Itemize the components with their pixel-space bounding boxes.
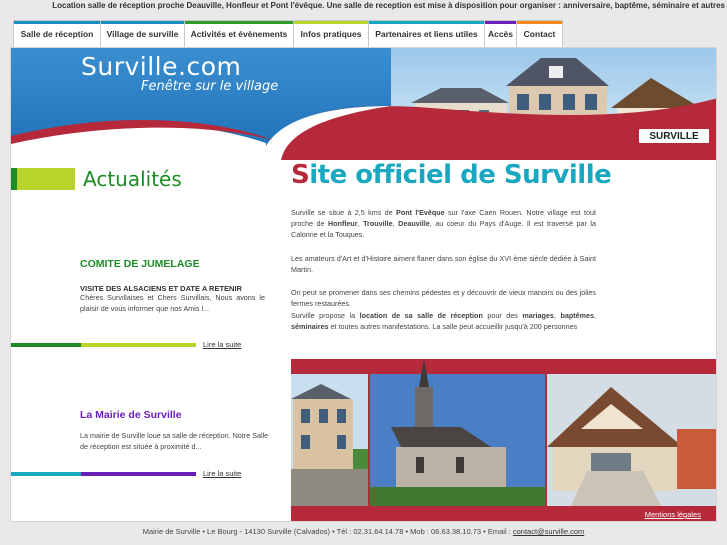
news-item-body: La mairie de Surville loue sa salle de r…: [80, 431, 269, 451]
tab-label: Salle de réception: [20, 29, 94, 39]
tab-salle-de-reception[interactable]: Salle de réception: [13, 20, 101, 47]
walks-paragraph: On peut se promener dans ses chemins péd…: [291, 288, 596, 308]
news-column: Actualités COMITE DE JUMELAGE VISITE DES…: [11, 160, 289, 521]
footer: Mairie de Surville • Le Bourg - 14130 Su…: [0, 525, 727, 539]
site-tagline: Fenêtre sur le village: [141, 79, 279, 94]
read-more-link[interactable]: Lire la suite: [203, 469, 241, 478]
tab-activites[interactable]: Activités et évènements: [184, 20, 294, 47]
news-item-title[interactable]: La Mairie de Surville: [80, 409, 270, 421]
main-column: Site officiel de Surville Surville se si…: [289, 160, 716, 521]
news-item: COMITE DE JUMELAGE VISITE DES ALSACIENS …: [80, 258, 265, 315]
photo-mairie: [291, 374, 368, 506]
news-item-title[interactable]: COMITE DE JUMELAGE: [80, 258, 265, 270]
legal-notice-link[interactable]: Mentions légales: [645, 510, 701, 519]
page-content: Surville.com Fenêtre sur le village SURV…: [10, 47, 717, 522]
tab-partenaires[interactable]: Partenaires et liens utiles: [368, 20, 485, 47]
tab-label: Activités et évènements: [190, 29, 288, 39]
page-title-rest: ite officiel de Surville: [309, 160, 612, 190]
tab-infos-pratiques[interactable]: Infos pratiques: [293, 20, 369, 47]
tab-label: Village de surville: [106, 29, 179, 39]
photo-strip: Mentions légales: [291, 359, 716, 521]
main-nav: Salle de réception Village de surville A…: [13, 20, 563, 47]
photo-eglise: [370, 359, 545, 506]
news-heading-bar: [17, 168, 75, 190]
tab-contact[interactable]: Contact: [516, 20, 563, 47]
photo-strip-graphic: [291, 359, 716, 506]
header-banner: Surville.com Fenêtre sur le village SURV…: [11, 48, 716, 160]
news-item-subtitle: VISITE DES ALSACIENS ET DATE A RETENIR: [80, 284, 242, 293]
news-divider: [11, 472, 81, 476]
news-item: La Mairie de Surville La mairie de Survi…: [80, 409, 270, 453]
tab-label: Contact: [523, 29, 556, 39]
footer-address: Mairie de Surville • Le Bourg - 14130 Su…: [142, 527, 513, 536]
ticker-text: Location salle de réception proche Deauv…: [52, 1, 725, 10]
news-heading-text: Actualités: [83, 167, 182, 191]
read-more-link[interactable]: Lire la suite: [203, 340, 241, 349]
tab-label: Infos pratiques: [300, 29, 362, 39]
page-title: Site officiel de Surville: [291, 160, 612, 190]
tab-label: Partenaires et liens utiles: [375, 29, 478, 39]
page-title-initial: S: [291, 160, 310, 190]
news-item-body: Chères Survillaises et Chers Survillais,…: [80, 293, 265, 313]
footer-email-link[interactable]: contact@surville.com: [513, 527, 584, 536]
site-logo[interactable]: Surville.com: [81, 52, 241, 81]
history-paragraph: Les amateurs d'Art et d'Histoire aiment …: [291, 254, 596, 274]
tab-label: Accès: [487, 29, 514, 39]
news-divider: [11, 343, 81, 347]
news-divider: [81, 472, 196, 476]
tab-acces[interactable]: Accès: [484, 20, 517, 47]
village-sign: SURVILLE: [649, 130, 699, 142]
intro-paragraph: Surville se situe à 2,5 kms de Pont l'Ev…: [291, 208, 597, 239]
rental-paragraph: Surville propose la location de sa salle…: [291, 311, 596, 331]
news-heading: Actualités: [83, 167, 182, 191]
news-divider: [81, 343, 196, 347]
photo-salle: [547, 374, 716, 506]
tab-village-de-surville[interactable]: Village de surville: [100, 20, 185, 47]
